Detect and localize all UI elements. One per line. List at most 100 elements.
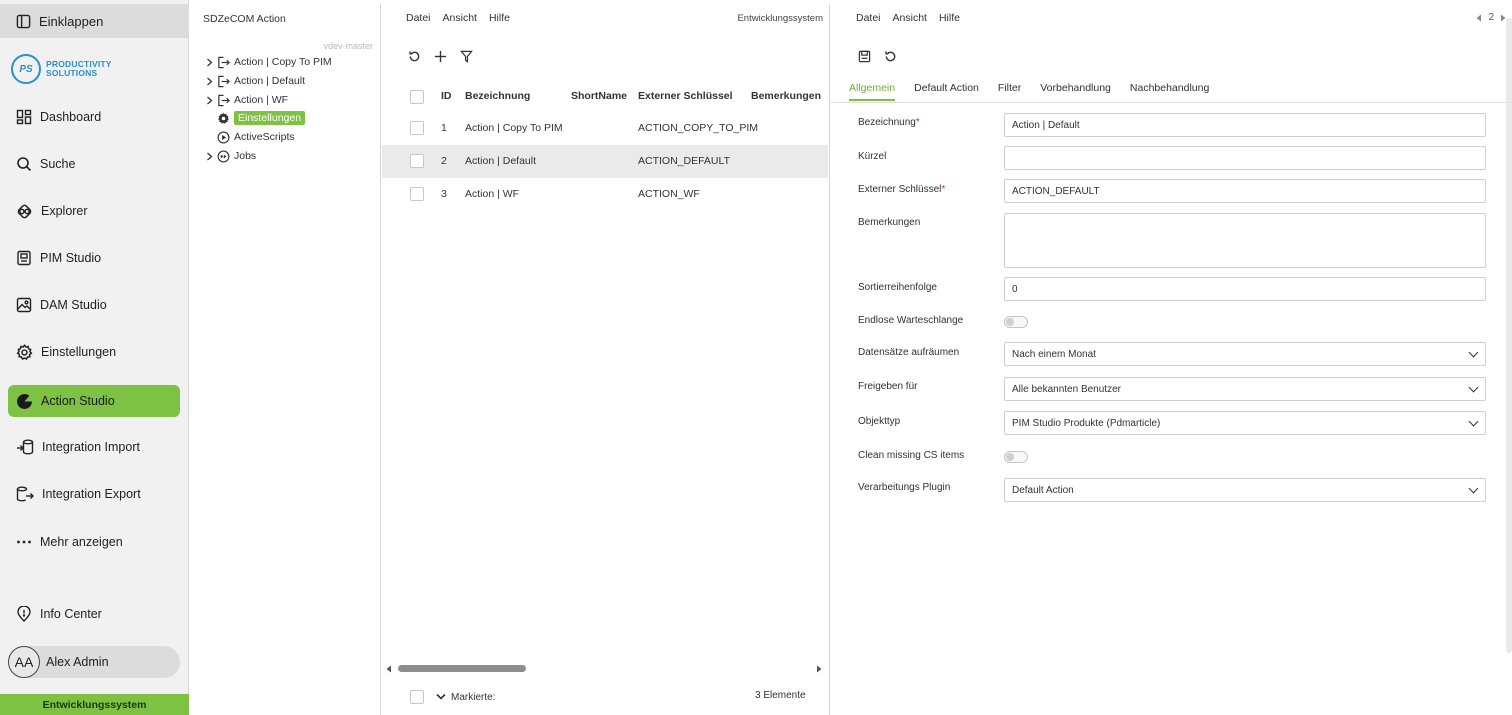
detail-tabs: Allgemein Default Action Filter Vorbehan… — [849, 80, 1228, 101]
gear-icon — [16, 343, 33, 360]
menu-help[interactable]: Hilfe — [489, 12, 510, 24]
field-label-freigeben-fuer: Freigeben für — [858, 381, 918, 392]
nav-item-label: Integration Export — [42, 487, 141, 501]
tab-filter[interactable]: Filter — [998, 80, 1021, 101]
save-button[interactable] — [851, 46, 877, 66]
endlose-warteschlange-toggle[interactable] — [1004, 316, 1028, 328]
field-label-bemerkungen: Bemerkungen — [858, 217, 921, 228]
tree-item[interactable]: Action | Copy To PIM — [203, 54, 332, 70]
chevron-right-icon[interactable] — [203, 77, 215, 86]
user-profile[interactable]: AA Alex Admin — [8, 646, 180, 678]
logo-text-line2: SOLUTIONS — [46, 68, 98, 78]
nav-item-settings[interactable]: Einstellungen — [8, 336, 180, 368]
nav-item-dashboard[interactable]: Dashboard — [8, 101, 180, 133]
tree-item[interactable]: Jobs — [203, 148, 256, 164]
nav-item-dam-studio[interactable]: DAM Studio — [8, 289, 180, 321]
row-checkbox[interactable] — [410, 154, 424, 168]
detail-toolbar — [851, 46, 903, 66]
nav-item-label: Dashboard — [40, 110, 102, 124]
search-icon — [17, 157, 32, 172]
scrollbar-thumb[interactable] — [398, 665, 526, 672]
scroll-left-icon[interactable] — [386, 665, 392, 673]
chevron-right-icon[interactable] — [203, 152, 215, 161]
menu-help[interactable]: Hilfe — [939, 12, 960, 24]
cell-name: Action | WF — [465, 188, 520, 200]
nav-item-search[interactable]: Suche — [8, 148, 180, 180]
tree-item[interactable]: ActiveScripts — [203, 129, 295, 145]
externer-schluessel-input[interactable]: ACTION_DEFAULT — [1004, 179, 1486, 203]
chevron-right-icon[interactable] — [203, 58, 215, 67]
nav-item-pim-studio[interactable]: PIM Studio — [8, 242, 180, 274]
row-checkbox[interactable] — [410, 121, 424, 135]
column-header-shortname[interactable]: ShortName — [571, 90, 627, 102]
required-marker: * — [915, 117, 920, 128]
nav-item-info-center[interactable]: Info Center — [8, 598, 180, 630]
table-row[interactable]: 1 Action | Copy To PIM ACTION_COPY_TO_PI… — [382, 112, 828, 145]
footer-checkbox[interactable] — [410, 690, 424, 704]
nav-item-more[interactable]: Mehr anzeigen — [8, 526, 180, 558]
add-button[interactable] — [427, 46, 453, 66]
tab-allgemein[interactable]: Allgemein — [849, 80, 896, 101]
nav-item-integration-import[interactable]: Integration Import — [8, 431, 180, 463]
tree-panel: SDZeCOM Action vdev-master Action | Copy… — [190, 4, 381, 715]
column-header-external-key[interactable]: Externer Schlüssel — [638, 90, 733, 102]
row-checkbox[interactable] — [410, 187, 424, 201]
horizontal-scrollbar[interactable] — [386, 664, 826, 674]
main-navigation: Einklappen PS PRODUCTIVITY SOLUTIONS Das… — [0, 0, 189, 715]
tree-item-label: Action | Default — [234, 75, 306, 87]
reload-button[interactable] — [877, 46, 903, 66]
plus-icon — [434, 50, 446, 62]
collapse-panel-icon — [16, 14, 31, 28]
column-header-id[interactable]: ID — [441, 90, 452, 102]
column-header-notes[interactable]: Bemerkungen — [751, 90, 821, 102]
objekttyp-select[interactable]: PIM Studio Produkte (Pdmarticle) — [1004, 411, 1486, 435]
chevron-down-icon[interactable] — [436, 693, 446, 701]
play-circle-icon — [217, 131, 230, 143]
column-header-name[interactable]: Bezeichnung — [465, 90, 530, 102]
chevron-right-icon[interactable] — [203, 96, 215, 105]
kuerzel-input[interactable] — [1004, 146, 1486, 170]
tree-item-settings[interactable]: Einstellungen — [203, 110, 306, 126]
tree-item[interactable]: Action | WF — [203, 92, 288, 108]
cell-external-key: ACTION_WF — [638, 188, 700, 200]
refresh-button[interactable] — [401, 46, 427, 66]
tab-default-action[interactable]: Default Action — [914, 80, 979, 101]
tab-vorbehandlung[interactable]: Vorbehandlung — [1040, 80, 1111, 101]
dashboard-icon — [16, 109, 32, 125]
bezeichnung-input[interactable]: Action | Default — [1004, 113, 1486, 137]
tree-item[interactable]: Action | Default — [203, 73, 305, 89]
nav-item-label: Einstellungen — [41, 345, 117, 359]
required-marker: * — [941, 184, 946, 195]
list-panel: Datei Ansicht Hilfe Entwicklungssystem I… — [382, 4, 830, 715]
vertical-scrollbar[interactable] — [1506, 18, 1512, 653]
sortierreihenfolge-input[interactable]: 0 — [1004, 277, 1486, 301]
datensaetze-aufraeumen-select[interactable]: Nach einem Monat — [1004, 342, 1486, 366]
nav-item-label: DAM Studio — [40, 298, 107, 312]
nav-item-action-studio[interactable]: Action Studio — [8, 385, 180, 417]
menu-file[interactable]: Datei — [406, 12, 431, 24]
clean-missing-toggle[interactable] — [1004, 451, 1028, 463]
environment-label: Entwicklungssystem — [737, 13, 823, 24]
collapse-nav-button[interactable]: Einklappen — [0, 4, 189, 38]
menu-file[interactable]: Datei — [856, 12, 881, 24]
marked-label: Markierte: — [451, 692, 496, 703]
select-all-checkbox[interactable] — [410, 90, 424, 104]
nav-item-explorer[interactable]: Explorer — [8, 195, 180, 227]
table-row-selected[interactable]: 2 Action | Default ACTION_DEFAULT — [382, 145, 828, 178]
field-label-verarbeitungs-plugin: Verarbeitungs Plugin — [858, 482, 951, 493]
bemerkungen-textarea[interactable] — [1004, 213, 1486, 268]
menu-view[interactable]: Ansicht — [443, 12, 477, 24]
nav-item-label: Info Center — [40, 607, 102, 621]
table-row[interactable]: 3 Action | WF ACTION_WF — [382, 178, 828, 211]
scroll-right-icon[interactable] — [816, 665, 822, 673]
info-pin-icon — [17, 606, 31, 622]
menu-view[interactable]: Ansicht — [893, 12, 927, 24]
tab-nachbehandlung[interactable]: Nachbehandlung — [1130, 80, 1209, 101]
verarbeitungs-plugin-select[interactable]: Default Action — [1004, 478, 1486, 502]
previous-icon[interactable] — [1476, 14, 1482, 22]
branch-label: vdev-master — [323, 41, 373, 51]
filter-button[interactable] — [453, 46, 479, 66]
freigeben-fuer-select[interactable]: Alle bekannten Benutzer — [1004, 377, 1486, 401]
nav-item-integration-export[interactable]: Integration Export — [8, 478, 180, 510]
field-label-datensaetze-aufraeumen: Datensätze aufräumen — [858, 347, 960, 358]
